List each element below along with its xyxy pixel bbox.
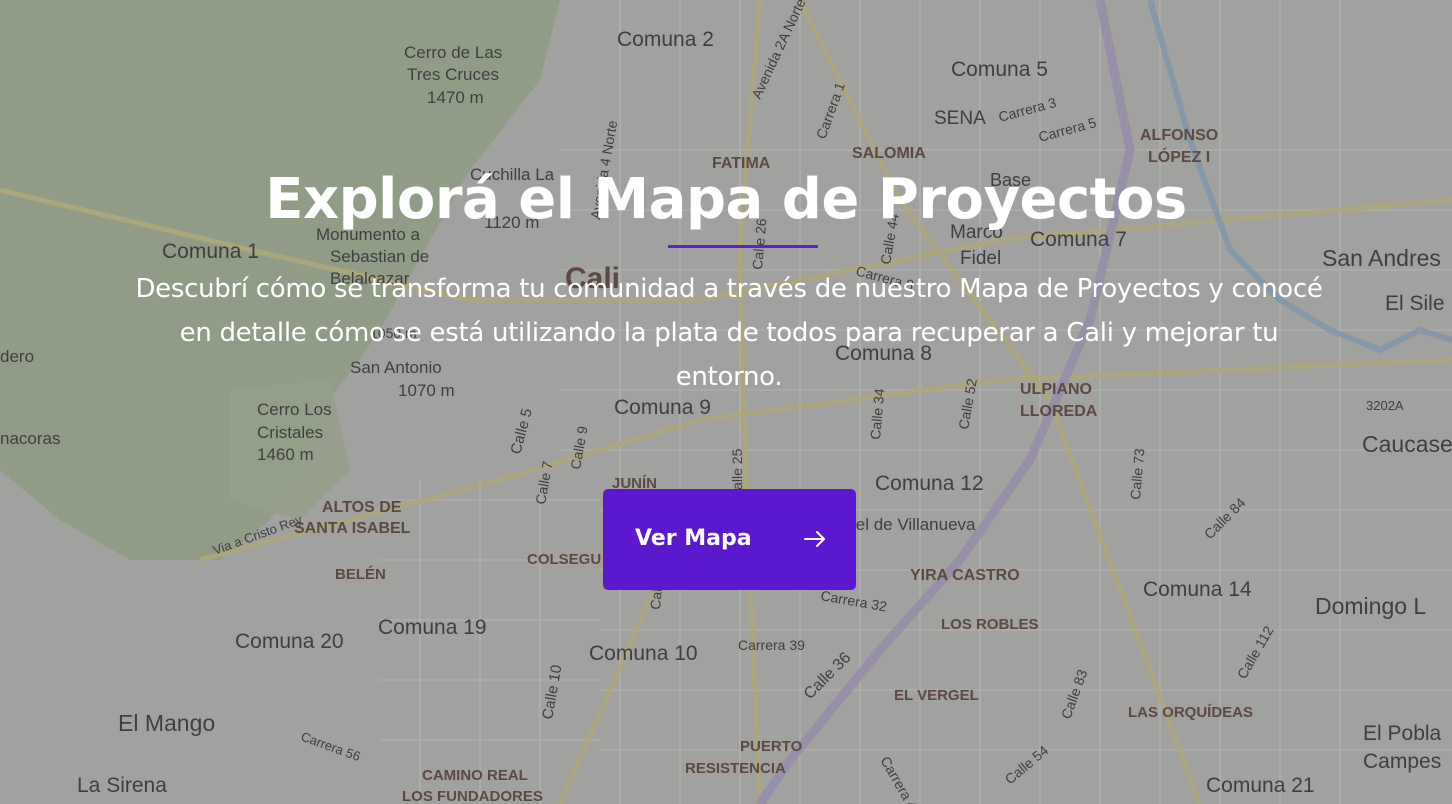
hero-description: Descubrí cómo se transforma tu comunidad…	[135, 274, 1323, 392]
ver-mapa-button-label: Ver Mapa	[635, 526, 752, 551]
arrow-right-icon	[804, 531, 825, 547]
page-title: Explorá el Mapa de Proyectos	[265, 167, 1187, 232]
title-underline	[668, 245, 818, 248]
hero-section: Explorá el Mapa de Proyectos Descubrí có…	[0, 0, 1452, 804]
ver-mapa-button[interactable]: Ver Mapa	[603, 489, 856, 590]
